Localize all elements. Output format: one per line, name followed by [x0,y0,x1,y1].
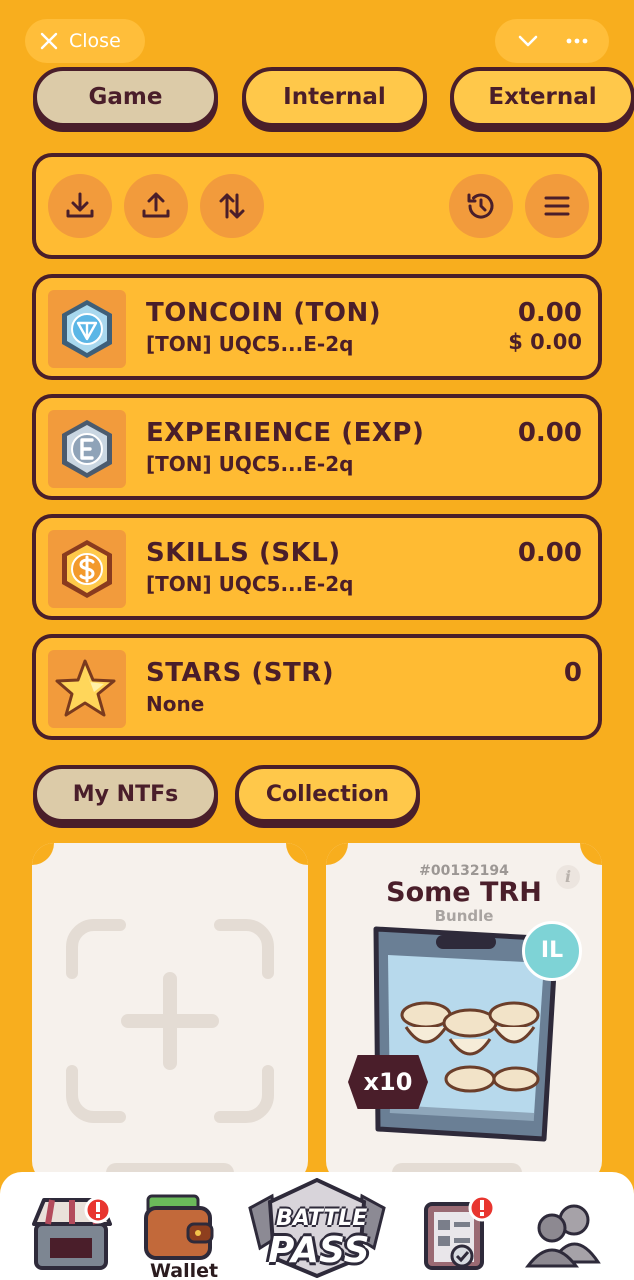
experience-icon [48,410,126,488]
token-address: [TON] UQC5...E-2q [146,452,354,476]
add-nft-icon [32,843,308,1183]
tab-game-label: Game [88,84,163,110]
wallet-toolbar [32,153,602,259]
token-name: TONCOIN (TON) [146,298,382,328]
wallet-icon [144,1194,214,1260]
token-amount: 0.00 [517,538,582,568]
info-icon[interactable]: i [556,865,580,889]
friends-icon [524,1204,601,1268]
token-amount: 0.00 [517,418,582,448]
tab-my-nfts-label: My NTFs [72,781,179,807]
bottom-navigation: Wallet BATTLE PASS [0,1172,634,1280]
token-name: EXPERIENCE (EXP) [146,418,425,448]
tab-collection[interactable]: Collection [235,765,420,823]
nav-shop[interactable] [30,1194,114,1272]
nav-wallet[interactable]: Wallet [142,1190,218,1280]
chevron-down-icon[interactable] [516,29,540,53]
deposit-button[interactable] [48,174,112,238]
nav-battle-pass[interactable]: BATTLE PASS [246,1178,388,1278]
token-address: [TON] UQC5...E-2q [146,572,354,596]
tab-collection-label: Collection [265,781,390,807]
close-button[interactable]: Close [25,19,145,63]
swap-icon [219,193,245,219]
quantity-badge: x10 [348,1055,428,1109]
upload-icon [142,192,170,218]
nav-wallet-label: Wallet [150,1260,219,1280]
battle-pass-label-top: BATTLE [276,1206,368,1231]
token-usd-value: $ 0.00 [508,330,582,354]
toncoin-icon [48,290,126,368]
menu-icon [544,196,570,216]
history-icon [467,193,494,219]
history-button[interactable] [449,174,513,238]
token-card-skl[interactable]: SKILLS (SKL) [TON] UQC5...E-2q 0.00 [32,514,602,620]
nav-friends[interactable] [524,1202,604,1268]
shop-icon [32,1196,112,1270]
tab-game[interactable]: Game [33,67,218,127]
tab-internal[interactable]: Internal [242,67,427,127]
tab-internal-label: Internal [283,84,386,110]
token-address: [TON] UQC5...E-2q [146,332,354,356]
more-icon[interactable] [565,29,589,53]
skills-icon [48,530,126,608]
tab-external-label: External [488,84,597,110]
download-icon [66,192,94,218]
token-amount: 0.00 [517,298,582,328]
token-card-str[interactable]: STARS (STR) None 0 [32,634,602,740]
close-icon [40,32,58,50]
tab-my-nfts[interactable]: My NTFs [33,765,218,823]
nft-card-bundle[interactable]: #00132194 Some TRH Bundle i IL x10 [326,843,602,1183]
token-card-exp[interactable]: EXPERIENCE (EXP) [TON] UQC5...E-2q 0.00 [32,394,602,500]
token-card-ton[interactable]: TONCOIN (TON) [TON] UQC5...E-2q 0.00 $ 0… [32,274,602,380]
swap-button[interactable] [200,174,264,238]
close-label: Close [69,30,121,52]
star-icon [48,650,126,728]
token-address: None [146,692,205,716]
nav-tasks[interactable] [420,1194,500,1272]
window-menu [495,19,609,63]
token-name: SKILLS (SKL) [146,538,341,568]
rarity-badge: IL [522,921,582,981]
tab-external[interactable]: External [450,67,634,127]
withdraw-button[interactable] [124,174,188,238]
add-nft-card[interactable] [32,843,308,1183]
tasks-icon [424,1194,496,1270]
token-amount: 0 [563,658,582,688]
menu-button[interactable] [525,174,589,238]
battle-pass-label-bottom: PASS [268,1230,370,1271]
token-name: STARS (STR) [146,658,335,688]
